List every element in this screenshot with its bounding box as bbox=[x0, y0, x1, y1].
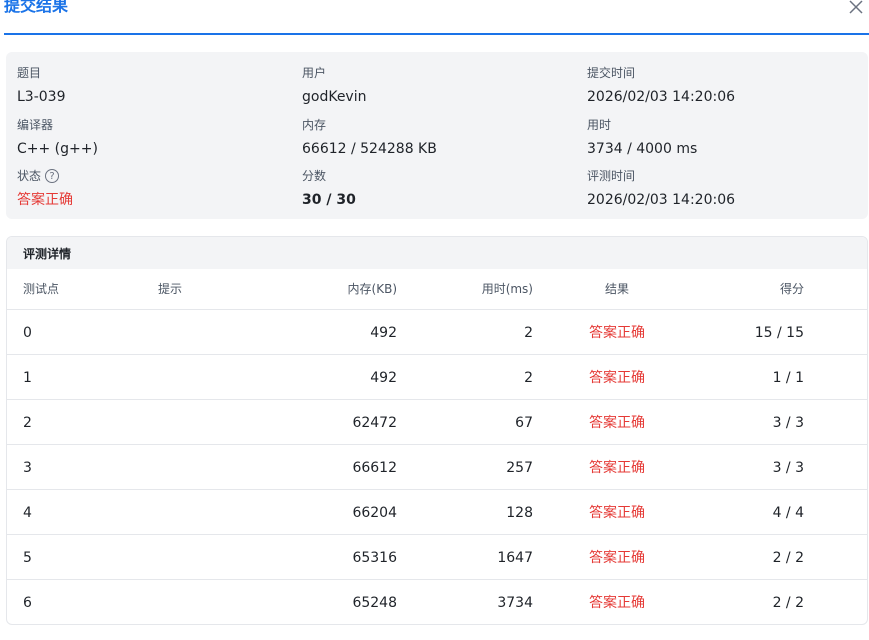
memory-cell: 65248 bbox=[352, 595, 397, 611]
case-cell: 2 bbox=[23, 415, 32, 431]
info-memory: 内存 66612 / 524288 KB bbox=[302, 117, 437, 159]
table-row: 3 66612 257 答案正确 3 / 3 bbox=[7, 444, 867, 490]
info-submit-time: 提交时间 2026/02/03 14:20:06 bbox=[587, 65, 735, 107]
memory-cell: 62472 bbox=[352, 415, 397, 431]
user-value: godKevin bbox=[302, 89, 367, 105]
info-time: 用时 3734 / 4000 ms bbox=[587, 117, 697, 159]
time-cell: 1647 bbox=[497, 550, 533, 566]
status-label-row: 状态 ? bbox=[17, 168, 73, 184]
judge-time-value: 2026/02/03 14:20:06 bbox=[587, 192, 736, 208]
info-user: 用户 godKevin bbox=[302, 65, 366, 107]
info-compiler: 编译器 C++ (g++) bbox=[17, 117, 98, 159]
result-cell: 答案正确 bbox=[589, 460, 645, 476]
col-time-header: 用时(ms) bbox=[481, 282, 533, 296]
result-cell: 答案正确 bbox=[589, 325, 645, 341]
close-icon[interactable] bbox=[846, 0, 866, 17]
table-row: 5 65316 1647 答案正确 2 / 2 bbox=[7, 534, 867, 580]
col-memory-header: 内存(KB) bbox=[347, 282, 397, 296]
table-row: 0 492 2 答案正确 15 / 15 bbox=[7, 309, 867, 355]
judge-details-panel: 评测详情 测试点 提示 内存(KB) 用时(ms) 结果 得分 0 492 2 答案正… bbox=[6, 236, 868, 625]
result-cell: 答案正确 bbox=[589, 505, 645, 521]
memory-cell: 492 bbox=[370, 370, 397, 386]
submit-time-label: 提交时间 bbox=[587, 66, 636, 80]
user-label: 用户 bbox=[302, 66, 327, 80]
table-row: 1 492 2 答案正确 1 / 1 bbox=[7, 354, 867, 400]
result-cell: 答案正确 bbox=[589, 370, 645, 386]
info-problem: 题目 L3-039 bbox=[17, 65, 65, 107]
result-cell: 答案正确 bbox=[589, 415, 645, 431]
judge-time-label: 评测时间 bbox=[587, 169, 636, 183]
case-cell: 5 bbox=[23, 550, 32, 566]
score-cell: 4 / 4 bbox=[772, 505, 804, 521]
case-cell: 4 bbox=[23, 505, 32, 521]
col-hint-header: 提示 bbox=[158, 282, 183, 296]
info-score: 分数 30 / 30 bbox=[302, 168, 356, 210]
memory-label: 内存 bbox=[302, 118, 327, 132]
header-divider bbox=[4, 33, 869, 35]
table-row: 6 65248 3734 答案正确 2 / 2 bbox=[7, 579, 867, 624]
memory-cell: 66612 bbox=[352, 460, 397, 476]
case-cell: 6 bbox=[23, 595, 32, 611]
time-value: 3734 / 4000 ms bbox=[587, 141, 698, 157]
case-cell: 3 bbox=[23, 460, 32, 476]
score-cell: 1 / 1 bbox=[772, 370, 804, 386]
score-cell: 3 / 3 bbox=[772, 460, 804, 476]
result-cell: 答案正确 bbox=[589, 550, 645, 566]
col-case-header: 测试点 bbox=[23, 282, 60, 296]
info-status: 状态 ? 答案正确 bbox=[17, 168, 73, 210]
score-label: 分数 bbox=[302, 169, 327, 183]
score-cell: 3 / 3 bbox=[772, 415, 804, 431]
info-judge-time: 评测时间 2026/02/03 14:20:06 bbox=[587, 168, 735, 210]
details-title: 评测详情 bbox=[23, 247, 72, 261]
problem-value: L3-039 bbox=[17, 89, 66, 105]
details-header bbox=[7, 237, 867, 269]
time-label: 用时 bbox=[587, 118, 612, 132]
dialog-title: 提交结果 bbox=[4, 0, 69, 15]
time-cell: 2 bbox=[524, 325, 533, 341]
problem-label: 题目 bbox=[17, 66, 42, 80]
col-result-header: 结果 bbox=[604, 282, 629, 296]
case-cell: 0 bbox=[23, 325, 32, 341]
status-label: 状态 bbox=[17, 169, 42, 183]
time-cell: 2 bbox=[524, 370, 533, 386]
dialog-header: 提交结果 bbox=[0, 0, 869, 36]
col-score-header: 得分 bbox=[779, 282, 804, 296]
status-value: 答案正确 bbox=[17, 192, 73, 208]
result-cell: 答案正确 bbox=[589, 595, 645, 611]
score-cell: 2 / 2 bbox=[772, 595, 804, 611]
score-cell: 2 / 2 bbox=[772, 550, 804, 566]
memory-value: 66612 / 524288 KB bbox=[302, 141, 437, 157]
time-cell: 67 bbox=[515, 415, 533, 431]
compiler-value: C++ (g++) bbox=[17, 141, 98, 157]
compiler-label: 编译器 bbox=[17, 118, 54, 132]
time-cell: 128 bbox=[506, 505, 533, 521]
table-row: 2 62472 67 答案正确 3 / 3 bbox=[7, 399, 867, 445]
time-cell: 257 bbox=[506, 460, 533, 476]
help-icon[interactable]: ? bbox=[45, 169, 60, 183]
memory-cell: 65316 bbox=[352, 550, 397, 566]
time-cell: 3734 bbox=[497, 595, 533, 611]
memory-cell: 66204 bbox=[352, 505, 397, 521]
table-row: 4 66204 128 答案正确 4 / 4 bbox=[7, 489, 867, 535]
score-value: 30 / 30 bbox=[302, 192, 356, 208]
submission-info-panel: 题目 L3-039 用户 godKevin 提交时间 2026/02/03 14… bbox=[6, 52, 868, 219]
case-cell: 1 bbox=[23, 370, 32, 386]
score-cell: 15 / 15 bbox=[754, 325, 804, 341]
submit-time-value: 2026/02/03 14:20:06 bbox=[587, 89, 736, 105]
memory-cell: 492 bbox=[370, 325, 397, 341]
